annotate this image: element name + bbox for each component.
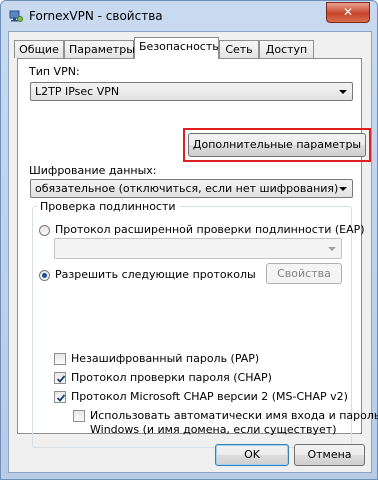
window-title: FornexVPN - свойства — [29, 9, 163, 23]
tab-options[interactable]: Параметры — [64, 40, 135, 58]
tab-sharing[interactable]: Доступ — [259, 40, 314, 58]
advanced-settings-button[interactable]: Дополнительные параметры — [188, 133, 366, 157]
pap-checkbox[interactable] — [54, 353, 66, 365]
tab-network[interactable]: Сеть — [219, 40, 259, 58]
eap-radio[interactable] — [39, 225, 50, 236]
eap-radio-label: Протокол расширенной проверки подлинност… — [55, 223, 365, 236]
encryption-value: обязательное (отключиться, если нет шифр… — [35, 182, 339, 195]
chap-checkbox[interactable] — [54, 372, 66, 384]
tab-general[interactable]: Общие — [14, 40, 64, 58]
title-bar[interactable]: FornexVPN - свойства ✕ — [1, 1, 377, 31]
dropdown-arrow-icon — [339, 90, 347, 94]
properties-button[interactable]: Свойства — [266, 263, 342, 284]
mschapv2-checkbox[interactable] — [54, 391, 66, 403]
tab-security[interactable]: Безопасность — [134, 37, 219, 59]
ok-button[interactable]: OK — [215, 444, 289, 466]
pap-label: Незашифрованный пароль (PAP) — [71, 352, 260, 365]
cancel-button[interactable]: Отмена — [294, 444, 365, 466]
eap-method-select[interactable] — [54, 238, 342, 259]
dropdown-arrow-icon — [328, 247, 336, 251]
mschapv2-label: Протокол Microsoft CHAP версии 2 (MS-CHA… — [71, 390, 348, 403]
radio-selected-dot — [42, 273, 47, 278]
encryption-label: Шифрование данных: — [29, 164, 157, 177]
encryption-select[interactable]: обязательное (отключиться, если нет шифр… — [30, 179, 353, 198]
auto-logon-label-line1: Использовать автоматически имя входа и п… — [90, 409, 378, 422]
dropdown-arrow-icon — [339, 187, 347, 191]
close-button[interactable]: ✕ — [326, 2, 370, 23]
properties-window: FornexVPN - свойства ✕ Общие Параметры Б… — [0, 0, 378, 480]
vpn-type-value: L2TP IPsec VPN — [35, 85, 120, 98]
vpn-type-select[interactable]: L2TP IPsec VPN — [30, 82, 353, 101]
vpn-type-label: Тип VPN: — [29, 65, 80, 78]
authentication-group-title: Проверка подлинности — [37, 200, 179, 213]
auto-logon-checkbox[interactable] — [73, 410, 85, 422]
network-connection-icon — [9, 10, 23, 22]
checkmark-icon — [56, 394, 66, 402]
chap-label: Протокол проверки пароля (CHAP) — [71, 371, 272, 384]
allow-protocols-radio[interactable] — [39, 270, 50, 281]
auto-logon-label-line2: Windows (и имя домена, если существует) — [90, 423, 337, 436]
checkmark-icon — [56, 375, 66, 383]
allow-protocols-label: Разрешить следующие протоколы — [55, 268, 256, 281]
security-tab-panel: Тип VPN: L2TP IPsec VPN Дополнительные п… — [17, 58, 378, 448]
dialog-client-area: Общие Параметры Безопасность Сеть Доступ… — [8, 31, 378, 473]
